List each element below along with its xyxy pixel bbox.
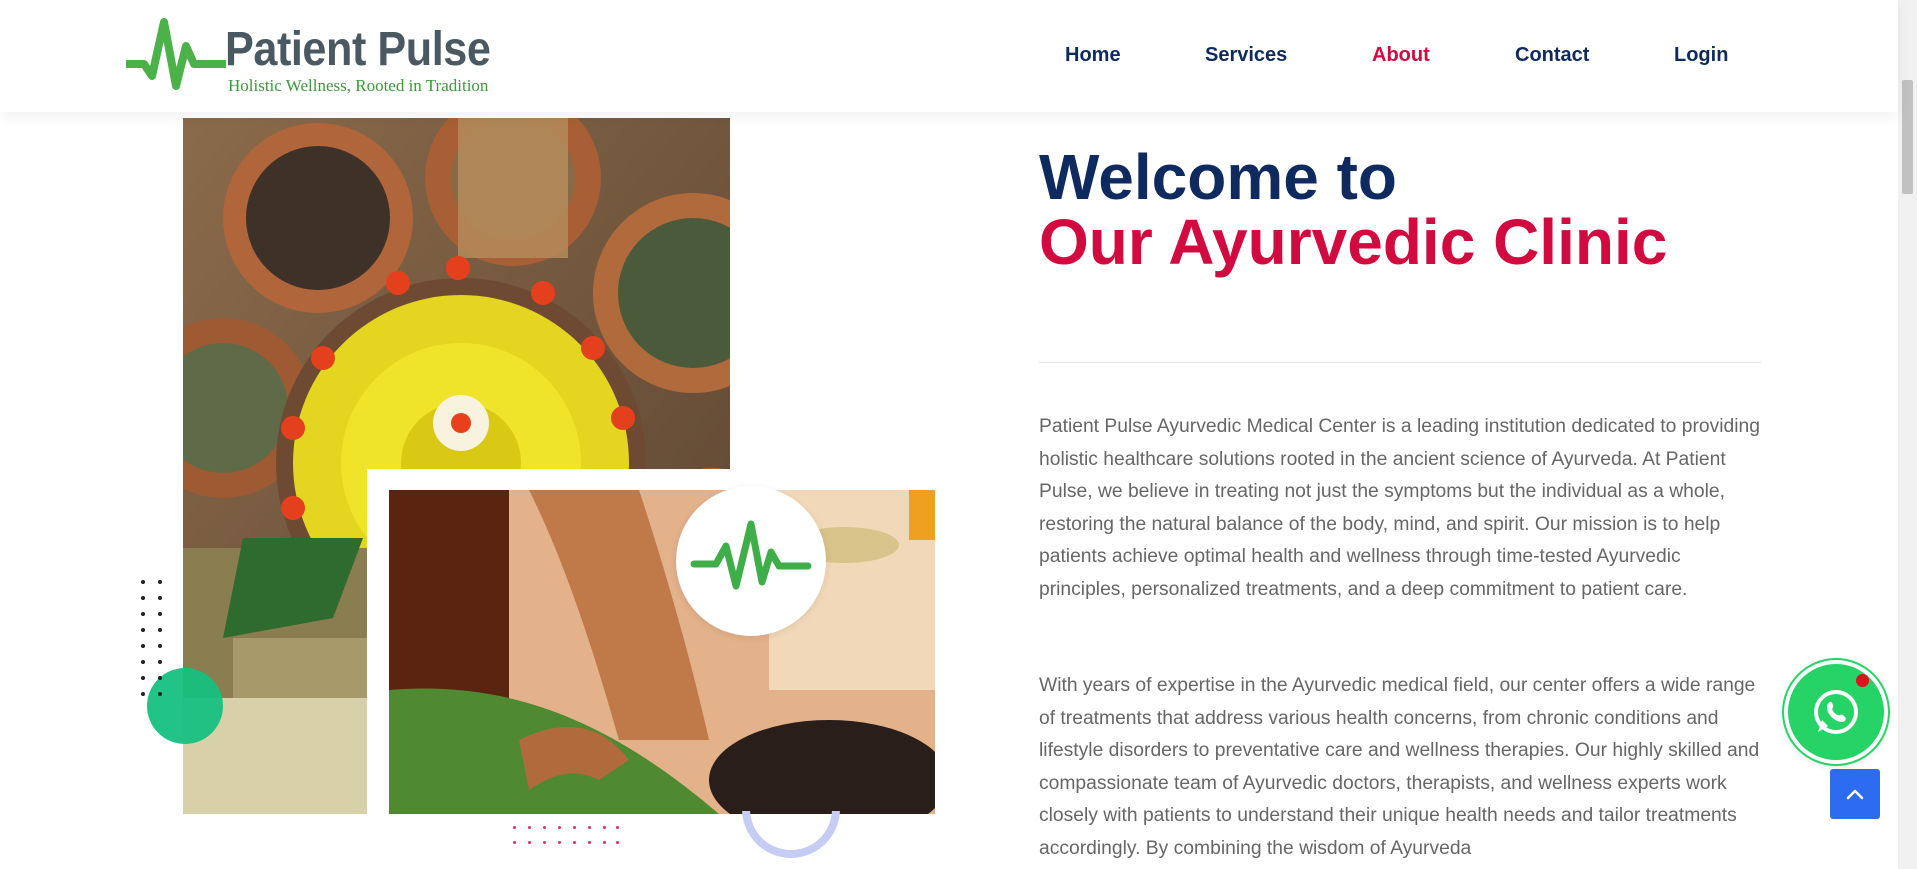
divider — [1039, 362, 1761, 363]
chevron-up-icon — [1846, 789, 1864, 800]
brand-tagline: Holistic Wellness, Rooted in Tradition — [228, 76, 489, 95]
about-paragraph-2: With years of expertise in the Ayurvedic… — [1039, 675, 1760, 859]
site-header: Patient Pulse Holistic Wellness, Rooted … — [0, 0, 1898, 112]
site-logo[interactable]: Patient Pulse Holistic Wellness, Rooted … — [126, 14, 496, 100]
whatsapp-icon — [1814, 690, 1858, 734]
hero-title-line2: Our Ayurvedic Clinic — [1039, 206, 1668, 278]
nav-about[interactable]: About — [1372, 44, 1430, 67]
heartbeat-badge — [676, 486, 826, 636]
notification-dot — [1856, 674, 1869, 687]
nav-contact[interactable]: Contact — [1515, 44, 1589, 67]
scroll-to-top-button[interactable] — [1830, 769, 1880, 819]
hero-title-line1: Welcome to — [1039, 141, 1397, 213]
scrollbar-thumb[interactable] — [1902, 80, 1913, 194]
nav-services[interactable]: Services — [1205, 44, 1287, 67]
page-scrollbar[interactable] — [1898, 0, 1917, 869]
brand-name: Patient Pulse — [225, 23, 491, 76]
about-paragraph-1: Patient Pulse Ayurvedic Medical Center i… — [1039, 416, 1760, 600]
nav-home[interactable]: Home — [1065, 44, 1121, 67]
whatsapp-button[interactable] — [1788, 664, 1884, 760]
heartbeat-icon — [690, 520, 812, 590]
nav-login[interactable]: Login — [1674, 44, 1728, 67]
massage-therapy-photo — [389, 490, 935, 814]
pulse-logo-icon — [126, 18, 226, 90]
